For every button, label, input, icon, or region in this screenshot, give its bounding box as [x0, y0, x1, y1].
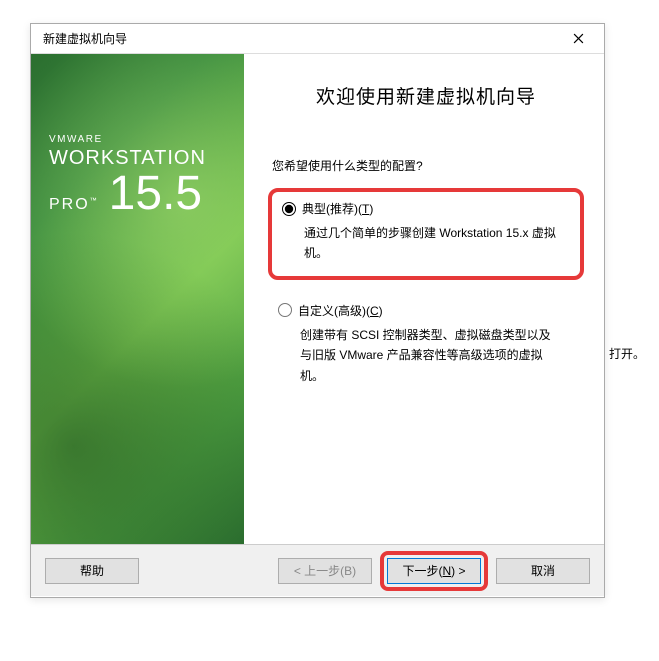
sidebar-banner: VMWARE WORKSTATION PRO™ 15.5 [31, 54, 244, 544]
close-button[interactable] [560, 25, 596, 53]
background-text-fragment: 打开。 [609, 345, 645, 362]
titlebar: 新建虚拟机向导 [31, 24, 604, 54]
next-button[interactable]: 下一步(N) > [387, 558, 481, 584]
radio-custom[interactable] [278, 303, 292, 317]
config-question: 您希望使用什么类型的配置? [272, 157, 584, 174]
brand-version: 15.5 [109, 170, 202, 218]
close-icon [573, 33, 584, 44]
option-custom-group: 自定义(高级)(C) 创建带有 SCSI 控制器类型、虚拟磁盘类型以及与旧版 V… [268, 294, 584, 398]
new-vm-wizard-dialog: 新建虚拟机向导 VMWARE WORKSTATION PRO™ 15.5 欢迎使… [30, 23, 605, 598]
cancel-button[interactable]: 取消 [496, 558, 590, 584]
option-typical-desc: 通过几个简单的步骤创建 Workstation 15.x 虚拟机。 [304, 223, 564, 264]
content-area: 欢迎使用新建虚拟机向导 您希望使用什么类型的配置? 典型(推荐)(T) 通过几个… [244, 54, 604, 544]
option-custom[interactable]: 自定义(高级)(C) [278, 302, 574, 319]
next-button-highlight: 下一步(N) > [380, 551, 488, 591]
back-button[interactable]: < 上一步(B) [278, 558, 372, 584]
wizard-heading: 欢迎使用新建虚拟机向导 [268, 82, 584, 109]
brand-vmware: VMWARE [49, 134, 206, 145]
radio-typical[interactable] [282, 202, 296, 216]
option-custom-desc: 创建带有 SCSI 控制器类型、虚拟磁盘类型以及与旧版 VMware 产品兼容性… [300, 325, 560, 386]
footer: 帮助 < 上一步(B) 下一步(N) > 取消 [31, 544, 604, 596]
dialog-body: VMWARE WORKSTATION PRO™ 15.5 欢迎使用新建虚拟机向导… [31, 54, 604, 544]
help-button[interactable]: 帮助 [45, 558, 139, 584]
brand-pro: PRO™ [49, 196, 99, 214]
brand-block: VMWARE WORKSTATION PRO™ 15.5 [49, 134, 206, 218]
option-typical[interactable]: 典型(推荐)(T) [282, 200, 570, 217]
option-typical-label: 典型(推荐)(T) [302, 200, 373, 217]
window-title: 新建虚拟机向导 [43, 30, 127, 47]
option-typical-highlight: 典型(推荐)(T) 通过几个简单的步骤创建 Workstation 15.x 虚… [268, 188, 584, 280]
option-custom-label: 自定义(高级)(C) [298, 302, 383, 319]
